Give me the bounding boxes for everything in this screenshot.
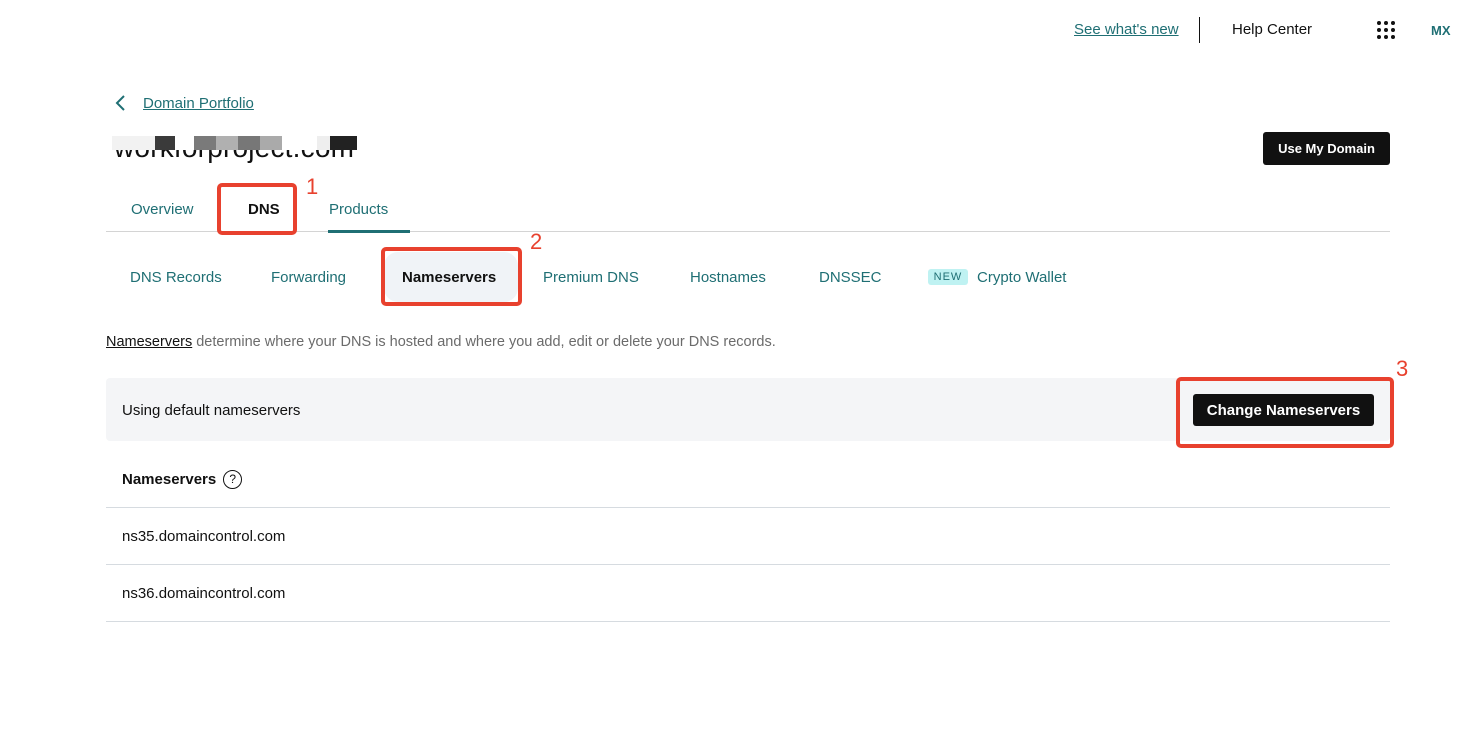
apps-grid-icon[interactable]: [1377, 21, 1395, 39]
status-text: Using default nameservers: [122, 402, 301, 419]
subtab-crypto-wallet[interactable]: Crypto Wallet: [977, 269, 1066, 286]
use-my-domain-button[interactable]: Use My Domain: [1263, 132, 1390, 165]
annotation-number-2: 2: [530, 229, 543, 254]
nameserver-value: ns36.domaincontrol.com: [122, 585, 286, 602]
nameservers-header: Nameservers ?: [122, 470, 243, 489]
nameserver-value: ns35.domaincontrol.com: [122, 528, 286, 545]
top-bar: See what's new Help Center MX: [0, 0, 1464, 60]
breadcrumb: Domain Portfolio: [112, 94, 254, 112]
help-circle-icon[interactable]: ?: [223, 470, 243, 489]
domain-portfolio-link[interactable]: Domain Portfolio: [143, 95, 254, 112]
annotation-number-1: 1: [306, 174, 319, 199]
description-text: determine where your DNS is hosted and w…: [192, 334, 776, 350]
active-tab-indicator: [328, 230, 410, 233]
nameserver-row: ns36.domaincontrol.com: [106, 564, 1390, 621]
tab-overview[interactable]: Overview: [131, 201, 194, 218]
annotation-number-3: 3: [1396, 356, 1409, 381]
main-tabs: Overview DNS Products: [106, 186, 1390, 233]
tab-products[interactable]: Products: [329, 201, 388, 218]
subtab-premium-dns[interactable]: Premium DNS: [543, 269, 639, 286]
nameserver-row: ns35.domaincontrol.com: [106, 507, 1390, 564]
annotation-box-2: [381, 247, 522, 306]
subtab-dns-records[interactable]: DNS Records: [130, 269, 222, 286]
list-divider: [106, 621, 1390, 622]
chevron-left-icon[interactable]: [112, 94, 130, 112]
subtab-dnssec[interactable]: DNSSEC: [819, 269, 882, 286]
subtab-hostnames[interactable]: Hostnames: [690, 269, 766, 286]
see-whats-new-link[interactable]: See what's new: [1074, 21, 1179, 38]
nameservers-description: Nameservers determine where your DNS is …: [106, 334, 776, 350]
annotation-box-3: [1176, 377, 1394, 448]
new-badge: NEW: [928, 269, 968, 285]
help-center-link[interactable]: Help Center: [1232, 21, 1312, 38]
annotation-box-1: [217, 183, 297, 235]
nameservers-header-label: Nameservers: [122, 471, 217, 488]
top-divider: [1199, 17, 1200, 43]
avatar[interactable]: MX: [1431, 23, 1451, 38]
subtab-forwarding[interactable]: Forwarding: [271, 269, 346, 286]
redaction-mask: [112, 136, 368, 150]
nameservers-info-link[interactable]: Nameservers: [106, 334, 192, 350]
